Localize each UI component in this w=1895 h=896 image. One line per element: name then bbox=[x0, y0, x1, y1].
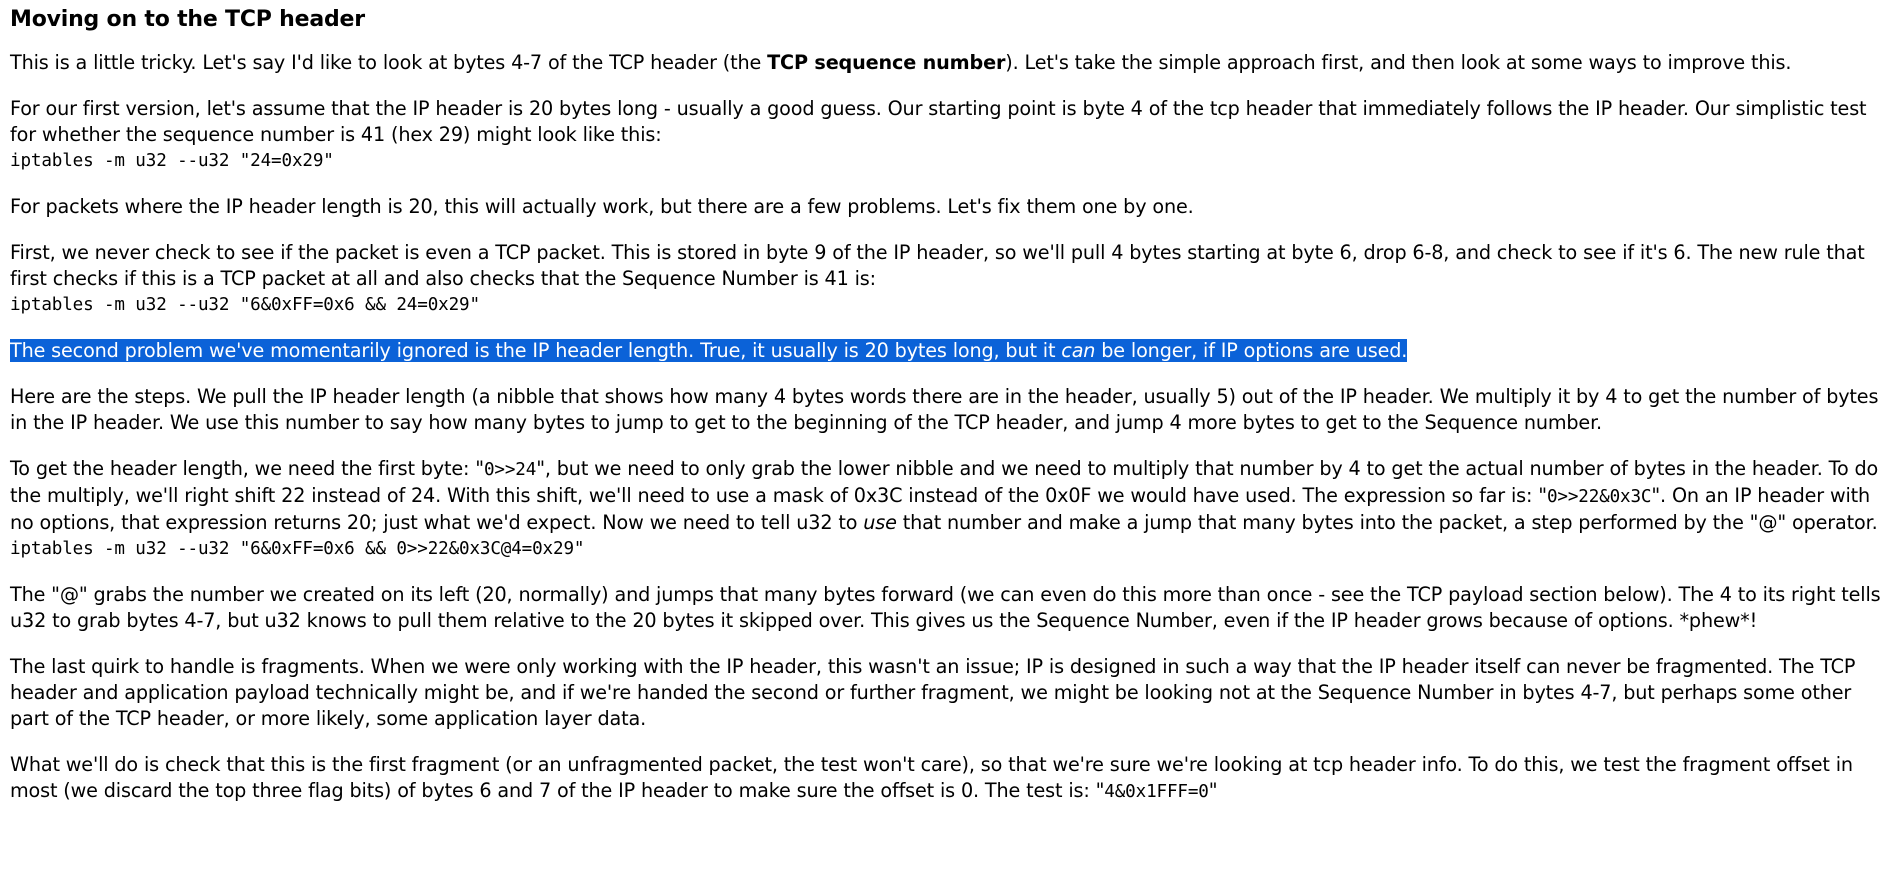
intro-text-end: ). Let's take the simple approach first,… bbox=[1005, 51, 1792, 74]
explanation-text-1: To get the header length, we need the fi… bbox=[10, 457, 484, 480]
selected-text-start: The second problem we've momentarily ign… bbox=[10, 339, 1062, 362]
fragments-paragraph: The last quirk to handle is fragments. W… bbox=[10, 655, 1856, 730]
intro-paragraph: This is a little tricky. Let's say I'd l… bbox=[10, 50, 1885, 76]
fragment-test-paragraph: What we'll do is check that this is the … bbox=[10, 752, 1885, 805]
fragment-test-quote-end: " bbox=[1208, 779, 1218, 802]
first-version-paragraph: For our first version, let's assume that… bbox=[10, 97, 1867, 146]
header-length-paragraph: The second problem we've momentarily ign… bbox=[10, 338, 1885, 364]
steps-paragraph: Here are the steps. We pull the IP heade… bbox=[10, 385, 1879, 434]
inline-code-fragment-offset: 4&0x1FFF=0 bbox=[1104, 782, 1209, 802]
at-operator-paragraph: The "@" grabs the number we created on i… bbox=[10, 583, 1881, 632]
code-example-simple: iptables -m u32 --u32 "24=0x29" bbox=[10, 151, 334, 171]
selected-text: The second problem we've momentarily ign… bbox=[10, 339, 1407, 362]
section-heading: Moving on to the TCP header bbox=[10, 7, 365, 32]
tcp-check-paragraph: First, we never check to see if the pack… bbox=[10, 241, 1865, 290]
selected-text-end: be longer, if IP options are used. bbox=[1095, 339, 1408, 362]
inline-code-shift-24: 0>>24 bbox=[483, 460, 537, 480]
header-length-explanation-paragraph: To get the header length, we need the fi… bbox=[10, 456, 1885, 536]
use-emphasis: use bbox=[863, 511, 897, 534]
intro-text-start: This is a little tricky. Let's say I'd l… bbox=[10, 51, 768, 74]
tcp-sequence-number-term: TCP sequence number bbox=[767, 51, 1006, 74]
can-emphasis: can bbox=[1061, 339, 1096, 362]
code-example-jump: iptables -m u32 --u32 "6&0xFF=0x6 && 0>>… bbox=[10, 539, 585, 559]
code-example-tcp-check: iptables -m u32 --u32 "6&0xFF=0x6 && 24=… bbox=[10, 295, 480, 315]
explanation-text-4: that number and make a jump that many by… bbox=[896, 511, 1878, 534]
article-section: Moving on to the TCP header This is a li… bbox=[10, 0, 1885, 805]
fragment-test-text: What we'll do is check that this is the … bbox=[10, 753, 1853, 802]
packets-paragraph: For packets where the IP header length i… bbox=[10, 195, 1194, 218]
inline-code-shift-22-mask: 0>>22&0x3C bbox=[1546, 487, 1652, 507]
